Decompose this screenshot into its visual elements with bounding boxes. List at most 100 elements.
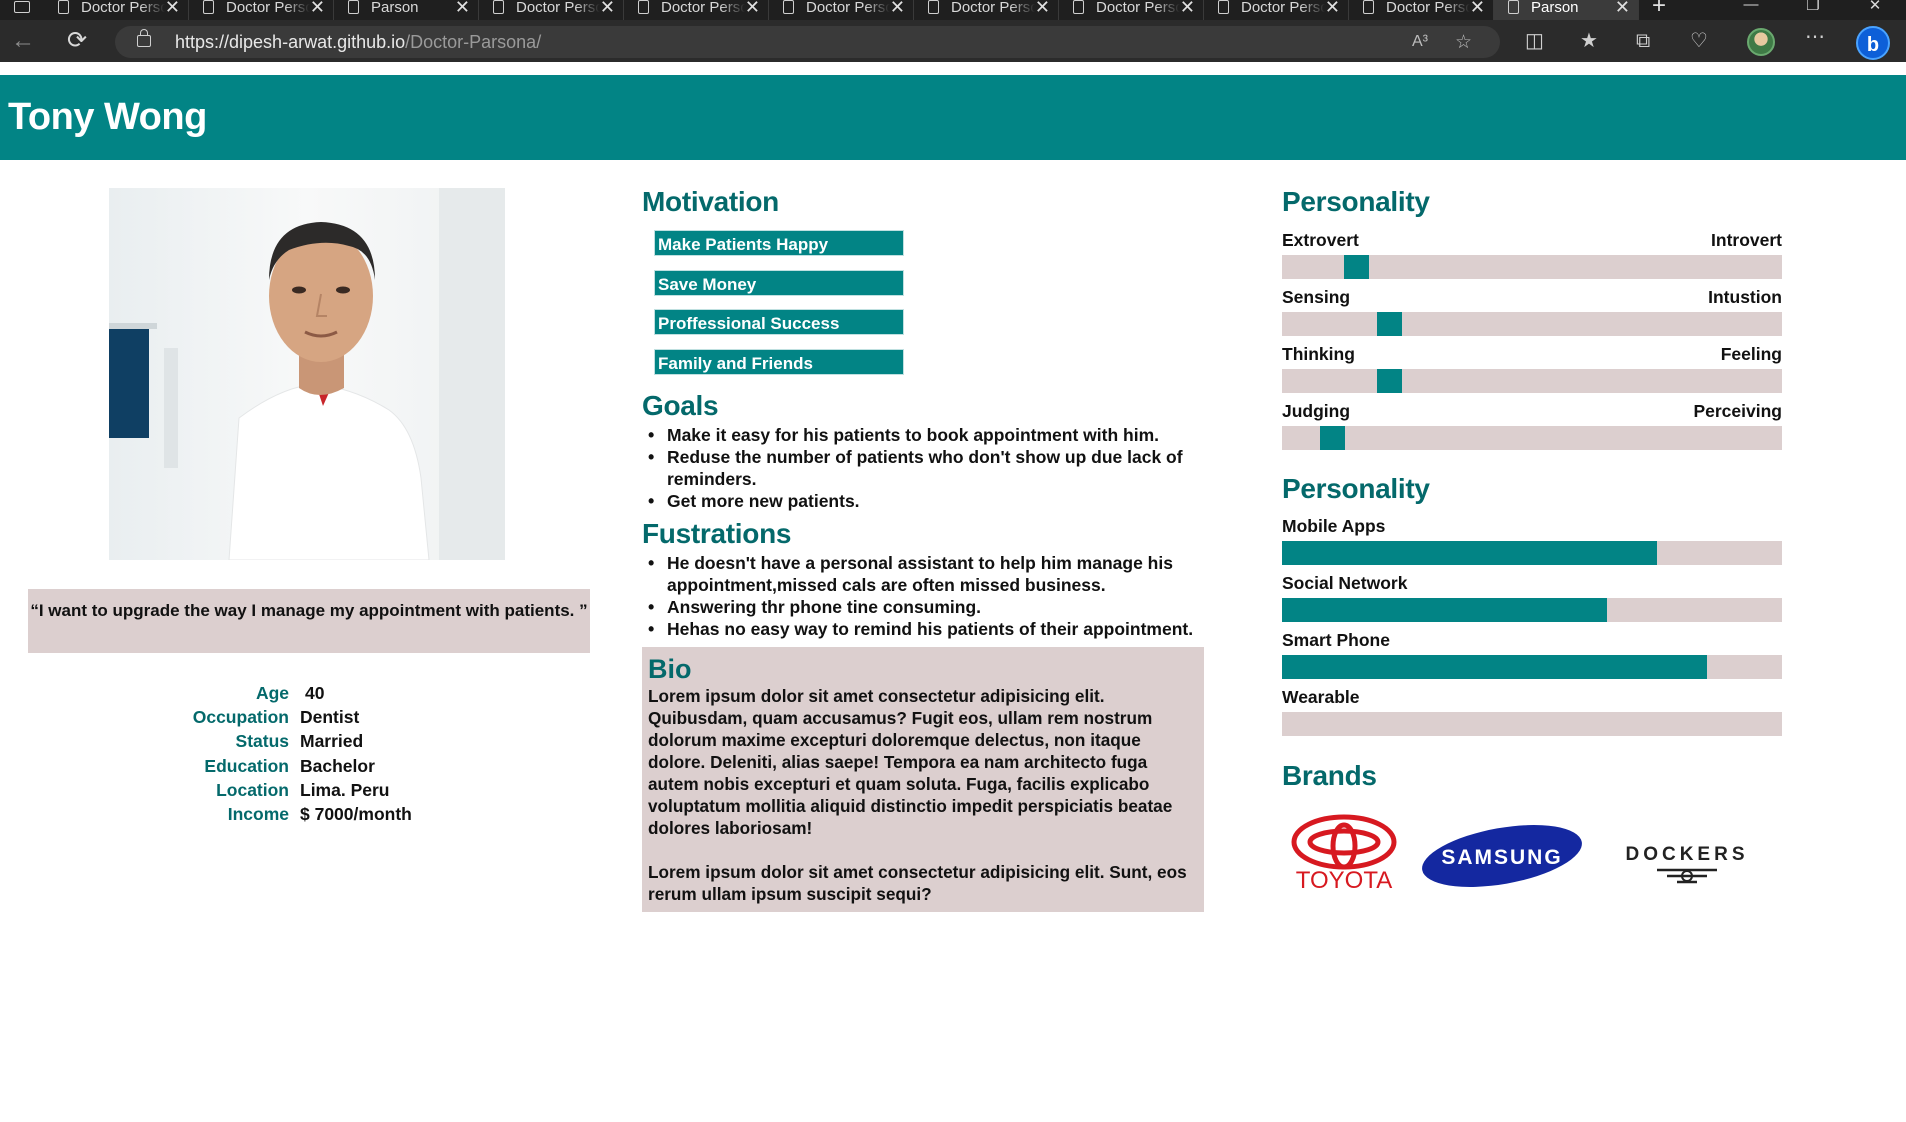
browser-tab[interactable]: Doctor Persona✕ [44,0,189,20]
technology-track [1282,712,1782,736]
technology-label: Smart Phone [1282,630,1390,650]
technology-track [1282,598,1782,622]
motivation-item: Proffessional Success [654,309,904,335]
tab-title: Doctor Persona [661,0,745,16]
page-icon [203,0,214,14]
bing-copilot-icon[interactable]: b [1856,26,1890,60]
tab-title: Doctor Persona [1241,0,1325,16]
close-tab-icon[interactable]: ✕ [1615,0,1630,18]
scale-left-label: Sensing [1282,287,1351,307]
close-tab-icon[interactable]: ✕ [600,0,615,18]
technology-fill [1282,655,1707,679]
profile-avatar[interactable] [1747,28,1775,56]
technology-label: Mobile Apps [1282,516,1386,536]
close-tab-icon[interactable]: ✕ [1470,0,1485,18]
frustration-item: He doesn't have a personal assistant to … [642,552,1232,596]
scale-left-label: Judging [1282,401,1351,421]
toyota-logo: TOYOTA [1291,814,1397,894]
tab-title: Parson [371,0,419,16]
info-label-education: Education [204,755,289,776]
new-tab-button[interactable]: + [1639,0,1679,20]
goal-item: Make it easy for his patients to book ap… [642,424,1222,446]
samsung-logo: SAMSUNG [1422,825,1582,887]
tab-title: Doctor Persona [806,0,890,16]
page-icon [783,0,794,14]
browser-tab[interactable]: Doctor Persona✕ [1059,0,1204,20]
close-tab-icon[interactable]: ✕ [745,0,760,18]
personality-scale: Thinking Feeling [1282,344,1782,393]
bio-title: Bio [648,654,692,684]
info-label-age: Age [255,683,289,703]
info-value-location: Lima. Peru [300,779,390,800]
restore-button[interactable]: ❐ [1782,0,1844,20]
info-label-location: Location [216,779,289,800]
svg-text:DOCKERS: DOCKERS [1625,844,1748,865]
browser-tab[interactable]: Doctor Persona✕ [914,0,1059,20]
bio-paragraph: Lorem ipsum dolor sit amet consectetur a… [648,862,1187,904]
scale-right-label: Introvert [1711,230,1782,250]
favorite-star-icon[interactable]: ☆ [1455,31,1472,54]
close-tab-icon[interactable]: ✕ [165,0,180,18]
browser-tab[interactable]: Doctor Persona✕ [769,0,914,20]
scale-right-label: Feeling [1720,344,1782,364]
goals-list: Make it easy for his patients to book ap… [642,424,1222,512]
read-aloud-icon[interactable]: A³ [1412,33,1428,51]
info-label-income: Income [227,804,289,825]
technology-fill [1282,598,1607,622]
page-header: Tony Wong [0,75,1906,160]
scale-right-label: Intustion [1708,287,1782,307]
technology-title: Personality [1282,473,1430,504]
info-values: 40 Dentist Married Bachelor Lima. Peru $… [300,681,412,826]
close-tab-icon[interactable]: ✕ [1035,0,1050,18]
close-tab-icon[interactable]: ✕ [1325,0,1340,18]
svg-text:TOYOTA: TOYOTA [1296,867,1392,894]
page-icon [1508,0,1519,14]
scale-track [1282,426,1782,450]
url-field[interactable]: https://dipesh-arwat.github.io/Doctor-Pa… [115,26,1500,58]
close-tab-icon[interactable]: ✕ [310,0,325,18]
info-label-occupation: Occupation [192,707,289,728]
motivation-item: Make Patients Happy [654,230,904,256]
collections-icon[interactable]: ⧉ [1636,30,1650,52]
browser-tab[interactable]: Doctor Persona✕ [479,0,624,20]
brands-title: Brands [1282,760,1377,791]
brand-logos: TOYOTA SAMSUNG DOCKERS [1280,808,1790,898]
personality-scale: Extrovert Introvert [1282,230,1782,279]
close-tab-icon[interactable]: ✕ [890,0,905,18]
technology-bar: Social Network [1282,573,1782,622]
frustration-item: Hehas no easy way to remind his patients… [642,618,1232,640]
browser-essentials-icon[interactable]: ♡ [1690,30,1708,52]
close-tab-icon[interactable]: ✕ [455,0,470,18]
tab-title: Doctor Persona [1096,0,1180,16]
refresh-button[interactable]: ⟳ [64,28,90,54]
tab-actions-button[interactable] [0,0,44,20]
page-icon [638,0,649,14]
scale-right-label: Perceiving [1693,401,1782,421]
browser-tab[interactable]: Doctor Persona✕ [1204,0,1349,20]
technology-track [1282,541,1782,565]
tab-title: Doctor Persona [226,0,310,16]
browser-tab[interactable]: Doctor Persona✕ [1349,0,1494,20]
url-text: https://dipesh-arwat.github.io/Doctor-Pa… [175,32,542,52]
back-button[interactable]: ← [10,28,36,54]
info-value-occupation: Dentist [300,707,360,728]
split-screen-icon[interactable]: ◫ [1525,30,1544,52]
dockers-logo: DOCKERS [1625,844,1748,884]
motivation-item: Save Money [654,270,904,296]
page-icon [58,0,69,14]
minimize-button[interactable]: — [1720,0,1782,20]
personality-scale: Judging Perceiving [1282,401,1782,450]
lock-icon [137,29,151,47]
page-icon [1363,0,1374,14]
browser-tab[interactable]: Doctor Persona✕ [624,0,769,20]
browser-tab[interactable]: Parson ✕ [1494,0,1639,20]
more-menu-icon[interactable]: ⋯ [1805,26,1825,48]
close-window-button[interactable]: ✕ [1844,0,1906,20]
favorites-icon[interactable]: ★ [1580,30,1598,52]
info-label-status: Status [235,731,289,752]
browser-tab[interactable]: Parson ✕ [334,0,479,20]
close-tab-icon[interactable]: ✕ [1180,0,1195,18]
scale-marker [1320,426,1345,450]
browser-tab[interactable]: Doctor Persona✕ [189,0,334,20]
technology-bar: Wearable [1282,687,1782,736]
